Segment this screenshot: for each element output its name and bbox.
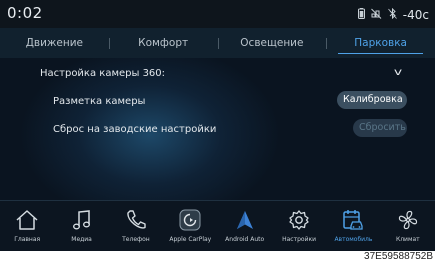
- chevron-down-icon[interactable]: v: [394, 67, 402, 78]
- music-note-icon: [69, 207, 95, 233]
- status-bar: 0:02 -40с: [0, 0, 435, 28]
- status-icons: -40с: [357, 7, 429, 22]
- screen: 0:02 -40с Движение Комфорт Освещение Пар…: [0, 0, 435, 251]
- dock-label-phone: Телефон: [122, 236, 150, 243]
- setting-label-factory-reset: Сброс на заводские настройки: [53, 124, 217, 135]
- dock-item-android-auto[interactable]: Android Auto: [218, 201, 272, 251]
- dock-label-android-auto: Android Auto: [225, 236, 265, 243]
- tab-bar: Движение Комфорт Освещение Парковка: [0, 28, 435, 58]
- image-code: 37E59588752B: [364, 251, 433, 262]
- dock-label-carplay: Apple CarPlay: [169, 236, 212, 243]
- bluetooth-off-icon: [387, 7, 397, 22]
- no-signal-icon: [370, 8, 382, 22]
- dock-label-vehicle: Автомобиль: [334, 236, 373, 243]
- dock-item-climate[interactable]: Климат: [381, 201, 435, 251]
- temperature-readout: -40с: [402, 8, 429, 22]
- fan-icon: [395, 207, 421, 233]
- phone-icon: [123, 207, 149, 233]
- section-title: Настройка камеры 360:: [40, 68, 166, 79]
- calibrate-button[interactable]: Калибровка: [337, 91, 407, 109]
- home-icon: [14, 207, 40, 233]
- tab-parking[interactable]: Парковка: [326, 28, 435, 58]
- tab-comfort[interactable]: Комфорт: [108, 28, 218, 58]
- clock: 0:02: [7, 4, 43, 22]
- dock-item-phone[interactable]: Телефон: [109, 201, 163, 251]
- dock-label-climate: Климат: [395, 236, 420, 243]
- gear-icon: [286, 207, 312, 233]
- dock-label-home: Главная: [14, 236, 41, 243]
- dock-item-media[interactable]: Медиа: [54, 201, 108, 251]
- reset-button[interactable]: Сбросить: [353, 119, 407, 137]
- android-auto-icon: [232, 207, 258, 233]
- tab-driving[interactable]: Движение: [0, 28, 109, 58]
- tab-lighting[interactable]: Освещение: [217, 28, 327, 58]
- setting-label-camera-markup: Разметка камеры: [53, 96, 146, 107]
- dock-item-vehicle[interactable]: Автомобиль: [326, 201, 380, 251]
- car-settings-icon: [340, 207, 366, 233]
- dock-item-settings[interactable]: Настройки: [272, 201, 326, 251]
- dock-label-settings: Настройки: [282, 236, 316, 243]
- dock-bar: Главная Медиа Телефон Apple CarPlay Andr…: [0, 200, 435, 251]
- dock-item-home[interactable]: Главная: [0, 201, 54, 251]
- phone-battery-icon: [357, 8, 365, 22]
- carplay-icon: [177, 207, 203, 233]
- dock-label-media: Медиа: [71, 236, 92, 243]
- dock-item-carplay[interactable]: Apple CarPlay: [163, 201, 217, 251]
